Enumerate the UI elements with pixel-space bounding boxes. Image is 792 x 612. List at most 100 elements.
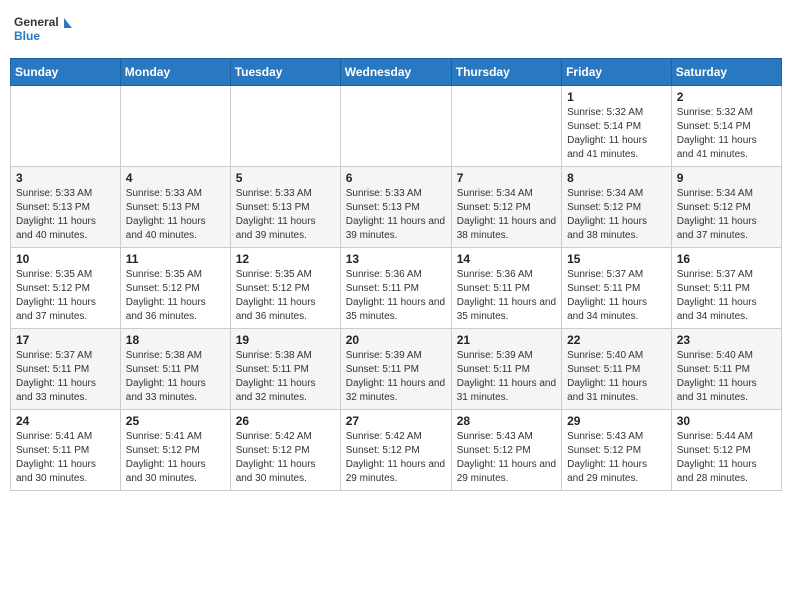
day-number: 28 xyxy=(457,414,556,428)
calendar-cell: 23 Sunrise: 5:40 AM Sunset: 5:11 PM Dayli… xyxy=(671,329,781,410)
calendar-cell: 16 Sunrise: 5:37 AM Sunset: 5:11 PM Dayli… xyxy=(671,248,781,329)
calendar-cell: 24Sunrise: 5:41 AM Sunset: 5:11 PM Dayli… xyxy=(11,410,121,491)
day-number: 5 xyxy=(236,171,335,185)
day-number: 11 xyxy=(126,252,225,266)
day-number: 12 xyxy=(236,252,335,266)
calendar-week-row: 10 Sunrise: 5:35 AM Sunset: 5:12 PM Dayli… xyxy=(11,248,782,329)
day-info: Sunrise: 5:42 AM Sunset: 5:12 PM Dayligh… xyxy=(346,430,446,486)
calendar-cell: 18 Sunrise: 5:38 AM Sunset: 5:11 PM Dayli… xyxy=(120,329,230,410)
day-info: Sunrise: 5:39 AM Sunset: 5:11 PM Dayligh… xyxy=(346,349,446,405)
calendar-cell: 25 Sunrise: 5:41 AM Sunset: 5:12 PM Dayli… xyxy=(120,410,230,491)
calendar-week-row: 1 Sunrise: 5:32 AM Sunset: 5:14 PM Daylig… xyxy=(11,86,782,167)
day-number: 1 xyxy=(567,90,666,104)
weekday-header-thursday: Thursday xyxy=(451,59,561,86)
day-info: Sunrise: 5:38 AM Sunset: 5:11 PM Dayligh… xyxy=(236,349,335,405)
calendar-cell: 19 Sunrise: 5:38 AM Sunset: 5:11 PM Dayli… xyxy=(230,329,340,410)
day-info: Sunrise: 5:36 AM Sunset: 5:11 PM Dayligh… xyxy=(457,268,556,324)
day-info: Sunrise: 5:40 AM Sunset: 5:11 PM Dayligh… xyxy=(567,349,666,405)
day-number: 10 xyxy=(16,252,115,266)
calendar-header-row: SundayMondayTuesdayWednesdayThursdayFrid… xyxy=(11,59,782,86)
day-number: 14 xyxy=(457,252,556,266)
day-number: 18 xyxy=(126,333,225,347)
day-info: Sunrise: 5:32 AM Sunset: 5:14 PM Dayligh… xyxy=(567,106,666,162)
weekday-header-saturday: Saturday xyxy=(671,59,781,86)
day-info: Sunrise: 5:35 AM Sunset: 5:12 PM Dayligh… xyxy=(126,268,225,324)
day-info: Sunrise: 5:43 AM Sunset: 5:12 PM Dayligh… xyxy=(457,430,556,486)
day-number: 23 xyxy=(677,333,776,347)
calendar-cell: 3Sunrise: 5:33 AM Sunset: 5:13 PM Daylig… xyxy=(11,167,121,248)
day-info: Sunrise: 5:41 AM Sunset: 5:12 PM Dayligh… xyxy=(126,430,225,486)
calendar-cell: 9 Sunrise: 5:34 AM Sunset: 5:12 PM Daylig… xyxy=(671,167,781,248)
weekday-header-tuesday: Tuesday xyxy=(230,59,340,86)
calendar-cell: 14 Sunrise: 5:36 AM Sunset: 5:11 PM Dayli… xyxy=(451,248,561,329)
day-number: 2 xyxy=(677,90,776,104)
day-number: 29 xyxy=(567,414,666,428)
day-info: Sunrise: 5:37 AM Sunset: 5:11 PM Dayligh… xyxy=(567,268,666,324)
svg-text:General: General xyxy=(14,15,59,29)
calendar-cell: 20 Sunrise: 5:39 AM Sunset: 5:11 PM Dayli… xyxy=(340,329,451,410)
day-number: 27 xyxy=(346,414,446,428)
calendar-cell: 12Sunrise: 5:35 AM Sunset: 5:12 PM Dayli… xyxy=(230,248,340,329)
day-info: Sunrise: 5:40 AM Sunset: 5:11 PM Dayligh… xyxy=(677,349,776,405)
calendar-cell: 2 Sunrise: 5:32 AM Sunset: 5:14 PM Daylig… xyxy=(671,86,781,167)
day-info: Sunrise: 5:44 AM Sunset: 5:12 PM Dayligh… xyxy=(677,430,776,486)
calendar-cell xyxy=(340,86,451,167)
calendar-week-row: 17 Sunrise: 5:37 AM Sunset: 5:11 PM Dayli… xyxy=(11,329,782,410)
day-info: Sunrise: 5:41 AM Sunset: 5:11 PM Dayligh… xyxy=(16,430,115,486)
calendar-cell xyxy=(120,86,230,167)
day-number: 9 xyxy=(677,171,776,185)
calendar-week-row: 3 Sunrise: 5:33 AM Sunset: 5:13 PM Daylig… xyxy=(11,167,782,248)
day-info: Sunrise: 5:35 AM Sunset: 5:12 PM Dayligh… xyxy=(16,268,115,324)
calendar-cell: 28 Sunrise: 5:43 AM Sunset: 5:12 PM Dayli… xyxy=(451,410,561,491)
calendar-cell: 4Sunrise: 5:33 AM Sunset: 5:13 PM Daylig… xyxy=(120,167,230,248)
calendar-cell: 15 Sunrise: 5:37 AM Sunset: 5:11 PM Dayli… xyxy=(562,248,672,329)
weekday-header-sunday: Sunday xyxy=(11,59,121,86)
day-number: 13 xyxy=(346,252,446,266)
calendar-cell: 5 Sunrise: 5:33 AM Sunset: 5:13 PM Daylig… xyxy=(230,167,340,248)
calendar-cell: 8Sunrise: 5:34 AM Sunset: 5:12 PM Daylig… xyxy=(562,167,672,248)
day-info: Sunrise: 5:37 AM Sunset: 5:11 PM Dayligh… xyxy=(16,349,115,405)
day-number: 20 xyxy=(346,333,446,347)
day-number: 21 xyxy=(457,333,556,347)
day-number: 30 xyxy=(677,414,776,428)
calendar-cell: 7 Sunrise: 5:34 AM Sunset: 5:12 PM Daylig… xyxy=(451,167,561,248)
calendar-week-row: 24Sunrise: 5:41 AM Sunset: 5:11 PM Dayli… xyxy=(11,410,782,491)
day-info: Sunrise: 5:33 AM Sunset: 5:13 PM Dayligh… xyxy=(236,187,335,243)
day-info: Sunrise: 5:38 AM Sunset: 5:11 PM Dayligh… xyxy=(126,349,225,405)
weekday-header-wednesday: Wednesday xyxy=(340,59,451,86)
svg-text:Blue: Blue xyxy=(14,29,40,43)
logo-svg: General Blue xyxy=(14,10,74,50)
calendar-cell: 30 Sunrise: 5:44 AM Sunset: 5:12 PM Dayli… xyxy=(671,410,781,491)
calendar-cell: 13 Sunrise: 5:36 AM Sunset: 5:11 PM Dayli… xyxy=(340,248,451,329)
day-number: 25 xyxy=(126,414,225,428)
day-info: Sunrise: 5:34 AM Sunset: 5:12 PM Dayligh… xyxy=(567,187,666,243)
day-number: 15 xyxy=(567,252,666,266)
calendar-cell: 10 Sunrise: 5:35 AM Sunset: 5:12 PM Dayli… xyxy=(11,248,121,329)
day-number: 16 xyxy=(677,252,776,266)
weekday-header-monday: Monday xyxy=(120,59,230,86)
day-info: Sunrise: 5:37 AM Sunset: 5:11 PM Dayligh… xyxy=(677,268,776,324)
calendar-cell: 27 Sunrise: 5:42 AM Sunset: 5:12 PM Dayli… xyxy=(340,410,451,491)
day-info: Sunrise: 5:36 AM Sunset: 5:11 PM Dayligh… xyxy=(346,268,446,324)
day-info: Sunrise: 5:33 AM Sunset: 5:13 PM Dayligh… xyxy=(346,187,446,243)
calendar-cell xyxy=(11,86,121,167)
day-info: Sunrise: 5:43 AM Sunset: 5:12 PM Dayligh… xyxy=(567,430,666,486)
calendar-cell: 11 Sunrise: 5:35 AM Sunset: 5:12 PM Dayli… xyxy=(120,248,230,329)
day-info: Sunrise: 5:39 AM Sunset: 5:11 PM Dayligh… xyxy=(457,349,556,405)
day-info: Sunrise: 5:32 AM Sunset: 5:14 PM Dayligh… xyxy=(677,106,776,162)
calendar-cell: 29 Sunrise: 5:43 AM Sunset: 5:12 PM Dayli… xyxy=(562,410,672,491)
calendar-cell xyxy=(451,86,561,167)
calendar-cell: 1 Sunrise: 5:32 AM Sunset: 5:14 PM Daylig… xyxy=(562,86,672,167)
day-number: 26 xyxy=(236,414,335,428)
page-header: General Blue xyxy=(10,10,782,50)
calendar-cell: 17 Sunrise: 5:37 AM Sunset: 5:11 PM Dayli… xyxy=(11,329,121,410)
day-number: 4 xyxy=(126,171,225,185)
day-info: Sunrise: 5:42 AM Sunset: 5:12 PM Dayligh… xyxy=(236,430,335,486)
day-number: 19 xyxy=(236,333,335,347)
day-number: 6 xyxy=(346,171,446,185)
day-info: Sunrise: 5:34 AM Sunset: 5:12 PM Dayligh… xyxy=(457,187,556,243)
day-number: 3 xyxy=(16,171,115,185)
day-number: 17 xyxy=(16,333,115,347)
day-info: Sunrise: 5:34 AM Sunset: 5:12 PM Dayligh… xyxy=(677,187,776,243)
day-number: 7 xyxy=(457,171,556,185)
